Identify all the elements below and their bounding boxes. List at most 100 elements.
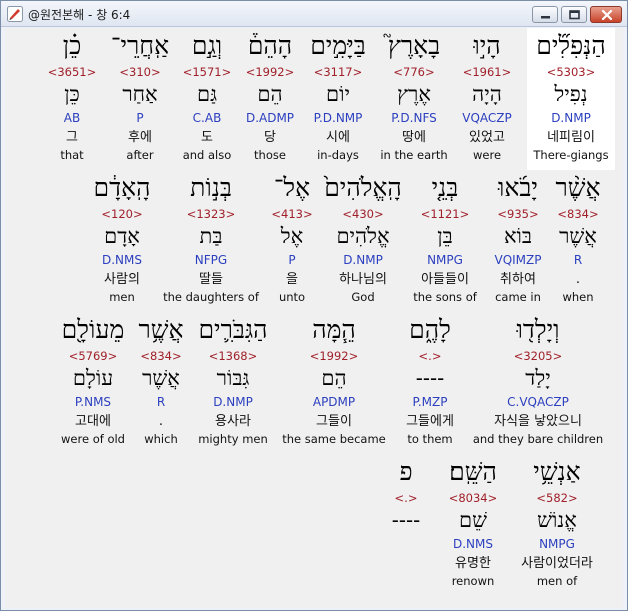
morphology-code: P (136, 111, 144, 125)
hebrew-word: אַֽחֲרֵי־ (110, 31, 170, 60)
word-cell[interactable]: פ <.> ---- (385, 455, 427, 595)
korean-gloss: 그 (66, 130, 78, 145)
english-gloss: the sons of (413, 290, 477, 304)
word-cell[interactable]: וְגַ֣ם <1571> גַּם C.AB 도 and also (179, 29, 235, 169)
word-cell[interactable]: אַנְשֵׁ֥י <582> אֱנוֹשׁ NMPG 사람이었더라 men … (509, 455, 605, 595)
korean-gloss: 시에 (326, 130, 350, 145)
korean-gloss: 을 (286, 272, 298, 287)
korean-gloss: 딸들 (199, 272, 223, 287)
morphology-code: R (573, 253, 583, 267)
morphology-code: P.MZP (412, 395, 448, 409)
word-cell[interactable]: מֵעוֹלָ֖ם <5769> עוֹלָם P.NMS 고대에 were o… (57, 313, 129, 453)
korean-gloss: 그들이 (316, 414, 352, 429)
hebrew-word: אֶל־ (273, 173, 311, 202)
english-gloss: the same became (282, 432, 386, 446)
english-gloss: after (126, 148, 154, 162)
korean-gloss: 네피림이 (547, 130, 595, 145)
word-cell[interactable]: וְיָלְד֖וּ <3205> יָלַד C.VQACZP 자식을 낳았으… (471, 313, 605, 453)
strong-number: <3651> (47, 65, 97, 79)
word-cell[interactable]: הַגִּבֹּרִ֛ים <1368> גִּבּוֹר D.NMP 용사라 … (193, 313, 273, 453)
morphology-code: NFPG (194, 253, 228, 267)
maximize-button[interactable] (561, 6, 587, 23)
strong-number: <5769> (68, 349, 118, 363)
lemma: גַּם (196, 82, 218, 106)
korean-gloss: 사람의 (104, 272, 140, 287)
english-gloss: men (109, 290, 135, 304)
lemma: בּוֹא (503, 224, 533, 248)
hebrew-word: הָֽאֱלֹהִים֙ (324, 173, 402, 202)
word-cell[interactable]: אֶל־ <413> אֶל P 을 unto (267, 171, 317, 311)
lemma: יוֹם (326, 82, 350, 106)
korean-gloss: . (575, 272, 581, 287)
word-cell[interactable]: בַּיָּמִ֣ים <3117> יוֹם P.D.NMP 시에 in-da… (305, 29, 371, 169)
strong-number: <1323> (186, 207, 236, 221)
word-cell[interactable]: כֵ֗ן <3651> כֵּן AB 그 that (45, 29, 99, 169)
hebrew-word: הֵ֧מָּה (312, 315, 356, 344)
morphology-code: APDMP (312, 395, 356, 409)
word-cell[interactable]: יָבֹ֜אוּ <935> בּוֹא VQIMZP 취하여 came in (487, 171, 549, 311)
interlinear-panel[interactable]: הַנְּפִלִ֞ים <5303> נְפִיל D.NMP 네피림이 Th… (5, 28, 623, 608)
lemma: יָלַד (525, 366, 551, 390)
strong-number: <8034> (448, 491, 498, 505)
strong-number: <1121> (420, 207, 470, 221)
lemma: בַּת (199, 224, 223, 248)
morphology-code: D.NMS (452, 537, 493, 551)
word-cell[interactable]: אֲשֶׁ֥ר <834> אֲשֶׁר R . which (135, 313, 187, 453)
english-gloss: in the earth (380, 148, 448, 162)
lemma: עוֹלָם (72, 366, 114, 390)
strong-number: <3117> (313, 65, 363, 79)
hebrew-word: אַנְשֵׁ֥י (533, 457, 581, 486)
hebrew-word: בַּיָּמִ֣ים (310, 31, 366, 60)
close-button[interactable] (590, 6, 622, 23)
english-gloss: men of (536, 574, 578, 588)
word-cell[interactable]: אֲשֶׁ֨ר <834> אֲשֶׁר R . when (555, 171, 601, 311)
korean-gloss: 사람이었더라 (521, 556, 593, 571)
hebrew-word: פ (399, 457, 413, 486)
word-cell[interactable]: בָאָרֶץ֮ <776> אֶרֶץ P.D.NFS 땅에 in the e… (379, 29, 449, 169)
korean-gloss: 취하여 (500, 272, 536, 287)
lemma: גִּבּוֹר (216, 366, 250, 390)
lemma: אֱלֹהִים (336, 224, 390, 248)
morphology-code: NMPG (427, 253, 463, 267)
korean-gloss: 있었고 (469, 130, 505, 145)
minimize-button[interactable] (532, 6, 558, 23)
english-gloss: and they bare children (472, 432, 604, 446)
word-cell[interactable]: הָהֵם֒ <1992> הֵם D.ADMP 당 those (241, 29, 299, 169)
word-cell[interactable]: בְּנֵ֤י <1121> בֵּן NMPG 아들들이 the sons o… (407, 171, 483, 311)
word-cell[interactable]: הָי֣וּ <1961> הָיָה VQACZP 있었고 were (457, 29, 517, 169)
lemma: אָדָם (104, 224, 140, 248)
word-cell[interactable]: הָֽאָדָ֔ם <120> אָדָם D.NMS 사람의 men (91, 171, 153, 311)
strong-number: <310> (119, 65, 161, 79)
english-gloss: unto (278, 290, 306, 304)
strong-number: <3205> (513, 349, 563, 363)
morphology-code: D.NMP (343, 253, 383, 267)
word-cell[interactable]: הֵ֧מָּה <1992> הֵם APDMP 그들이 the same be… (279, 313, 389, 453)
morphology-code: NMPG (539, 537, 575, 551)
word-cell[interactable]: בְּנ֣וֹת <1323> בַּת NFPG 딸들 the daughte… (159, 171, 263, 311)
lemma: אַחַר (122, 82, 158, 106)
korean-gloss: 당 (264, 130, 276, 145)
english-gloss: God (351, 290, 375, 304)
english-gloss: when (562, 290, 594, 304)
korean-gloss: 유명한 (455, 556, 491, 571)
morphology-code: R (156, 395, 166, 409)
word-cell[interactable]: הָֽאֱלֹהִים֙ <430> אֱלֹהִים D.NMP 하나님의 G… (323, 171, 403, 311)
lemma: אֱנוֹשׁ (537, 508, 577, 532)
strong-number: <120> (101, 207, 143, 221)
title-bar[interactable]: @원전본해 - 창 6:4 (1, 1, 627, 27)
strong-number: <776> (393, 65, 435, 79)
morphology-code: P (288, 253, 296, 267)
word-cell[interactable]: הַנְּפִלִ֞ים <5303> נְפִיל D.NMP 네피림이 Th… (527, 29, 615, 169)
morphology-code: VQIMZP (494, 253, 542, 267)
strong-number: <430> (342, 207, 384, 221)
morphology-code: D.NMP (551, 111, 591, 125)
english-gloss: There-giangs (533, 148, 609, 162)
morphology-code: D.NMP (213, 395, 253, 409)
morphology-code: VQACZP (462, 111, 512, 125)
strong-number: <1571> (182, 65, 232, 79)
hebrew-word: הַשֵּֽׁם׃ (449, 457, 497, 486)
word-cell[interactable]: הַשֵּֽׁם׃ <8034> שֵׁם D.NMS 유명한 renown (443, 455, 503, 595)
word-cell[interactable]: אַֽחֲרֵי־ <310> אַחַר P 후에 after (107, 29, 173, 169)
hebrew-word: אֲשֶׁ֥ר (138, 315, 184, 344)
word-cell[interactable]: לָהֶ֑ם <.> ---- P.MZP 그들에게 to them (395, 313, 465, 453)
